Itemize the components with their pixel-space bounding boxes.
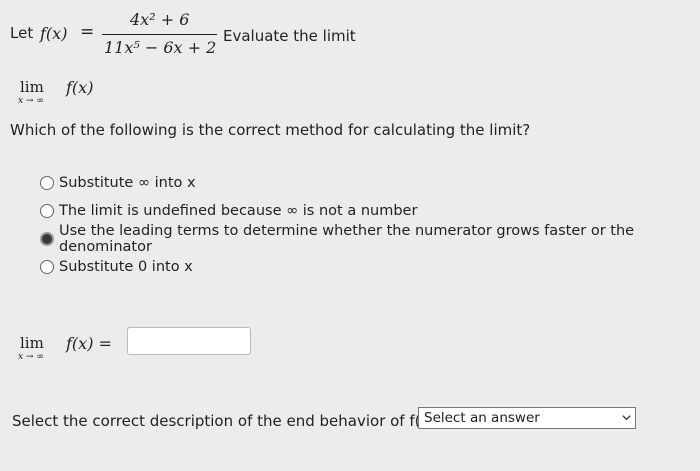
radio-button-selected[interactable] <box>40 232 54 246</box>
limit-operator: lim <box>20 334 44 352</box>
radio-button[interactable] <box>40 260 54 274</box>
equals-sign: = <box>80 22 95 42</box>
radio-button[interactable] <box>40 176 54 190</box>
limit-operator: lim <box>20 78 44 96</box>
end-behavior-prompt: Select the correct description of the en… <box>12 412 444 430</box>
option-leading-terms[interactable]: Use the leading terms to determine wheth… <box>40 223 700 255</box>
option-substitute-zero[interactable]: Substitute 0 into x <box>40 257 193 277</box>
fraction-denominator: 11x⁵ − 6x + 2 <box>104 38 217 57</box>
chevron-down-icon <box>622 415 631 421</box>
limit-answer-input[interactable] <box>127 327 251 355</box>
option-substitute-infinity[interactable]: Substitute ∞ into x <box>40 173 196 193</box>
question-text: Which of the following is the correct me… <box>10 121 531 139</box>
limit-subscript: x → ∞ <box>18 352 44 362</box>
limit-subscript: x → ∞ <box>18 96 44 106</box>
option-label: Substitute 0 into x <box>59 259 193 275</box>
option-label: The limit is undefined because ∞ is not … <box>59 203 418 219</box>
select-value: Select an answer <box>424 410 540 426</box>
end-behavior-select[interactable]: Select an answer <box>418 407 636 429</box>
limit-expression: f(x) = <box>66 334 112 353</box>
option-label: Substitute ∞ into x <box>59 175 196 191</box>
option-undefined[interactable]: The limit is undefined because ∞ is not … <box>40 201 417 221</box>
radio-button[interactable] <box>40 204 54 218</box>
let-label: Let <box>10 24 34 42</box>
option-label: Use the leading terms to determine wheth… <box>59 223 635 255</box>
fraction-numerator: 4x² + 6 <box>130 10 190 29</box>
function-label: f(x) <box>40 24 68 43</box>
limit-expression: f(x) <box>66 78 94 97</box>
evaluate-instruction: Evaluate the limit <box>223 27 356 45</box>
fraction-bar <box>102 34 217 35</box>
